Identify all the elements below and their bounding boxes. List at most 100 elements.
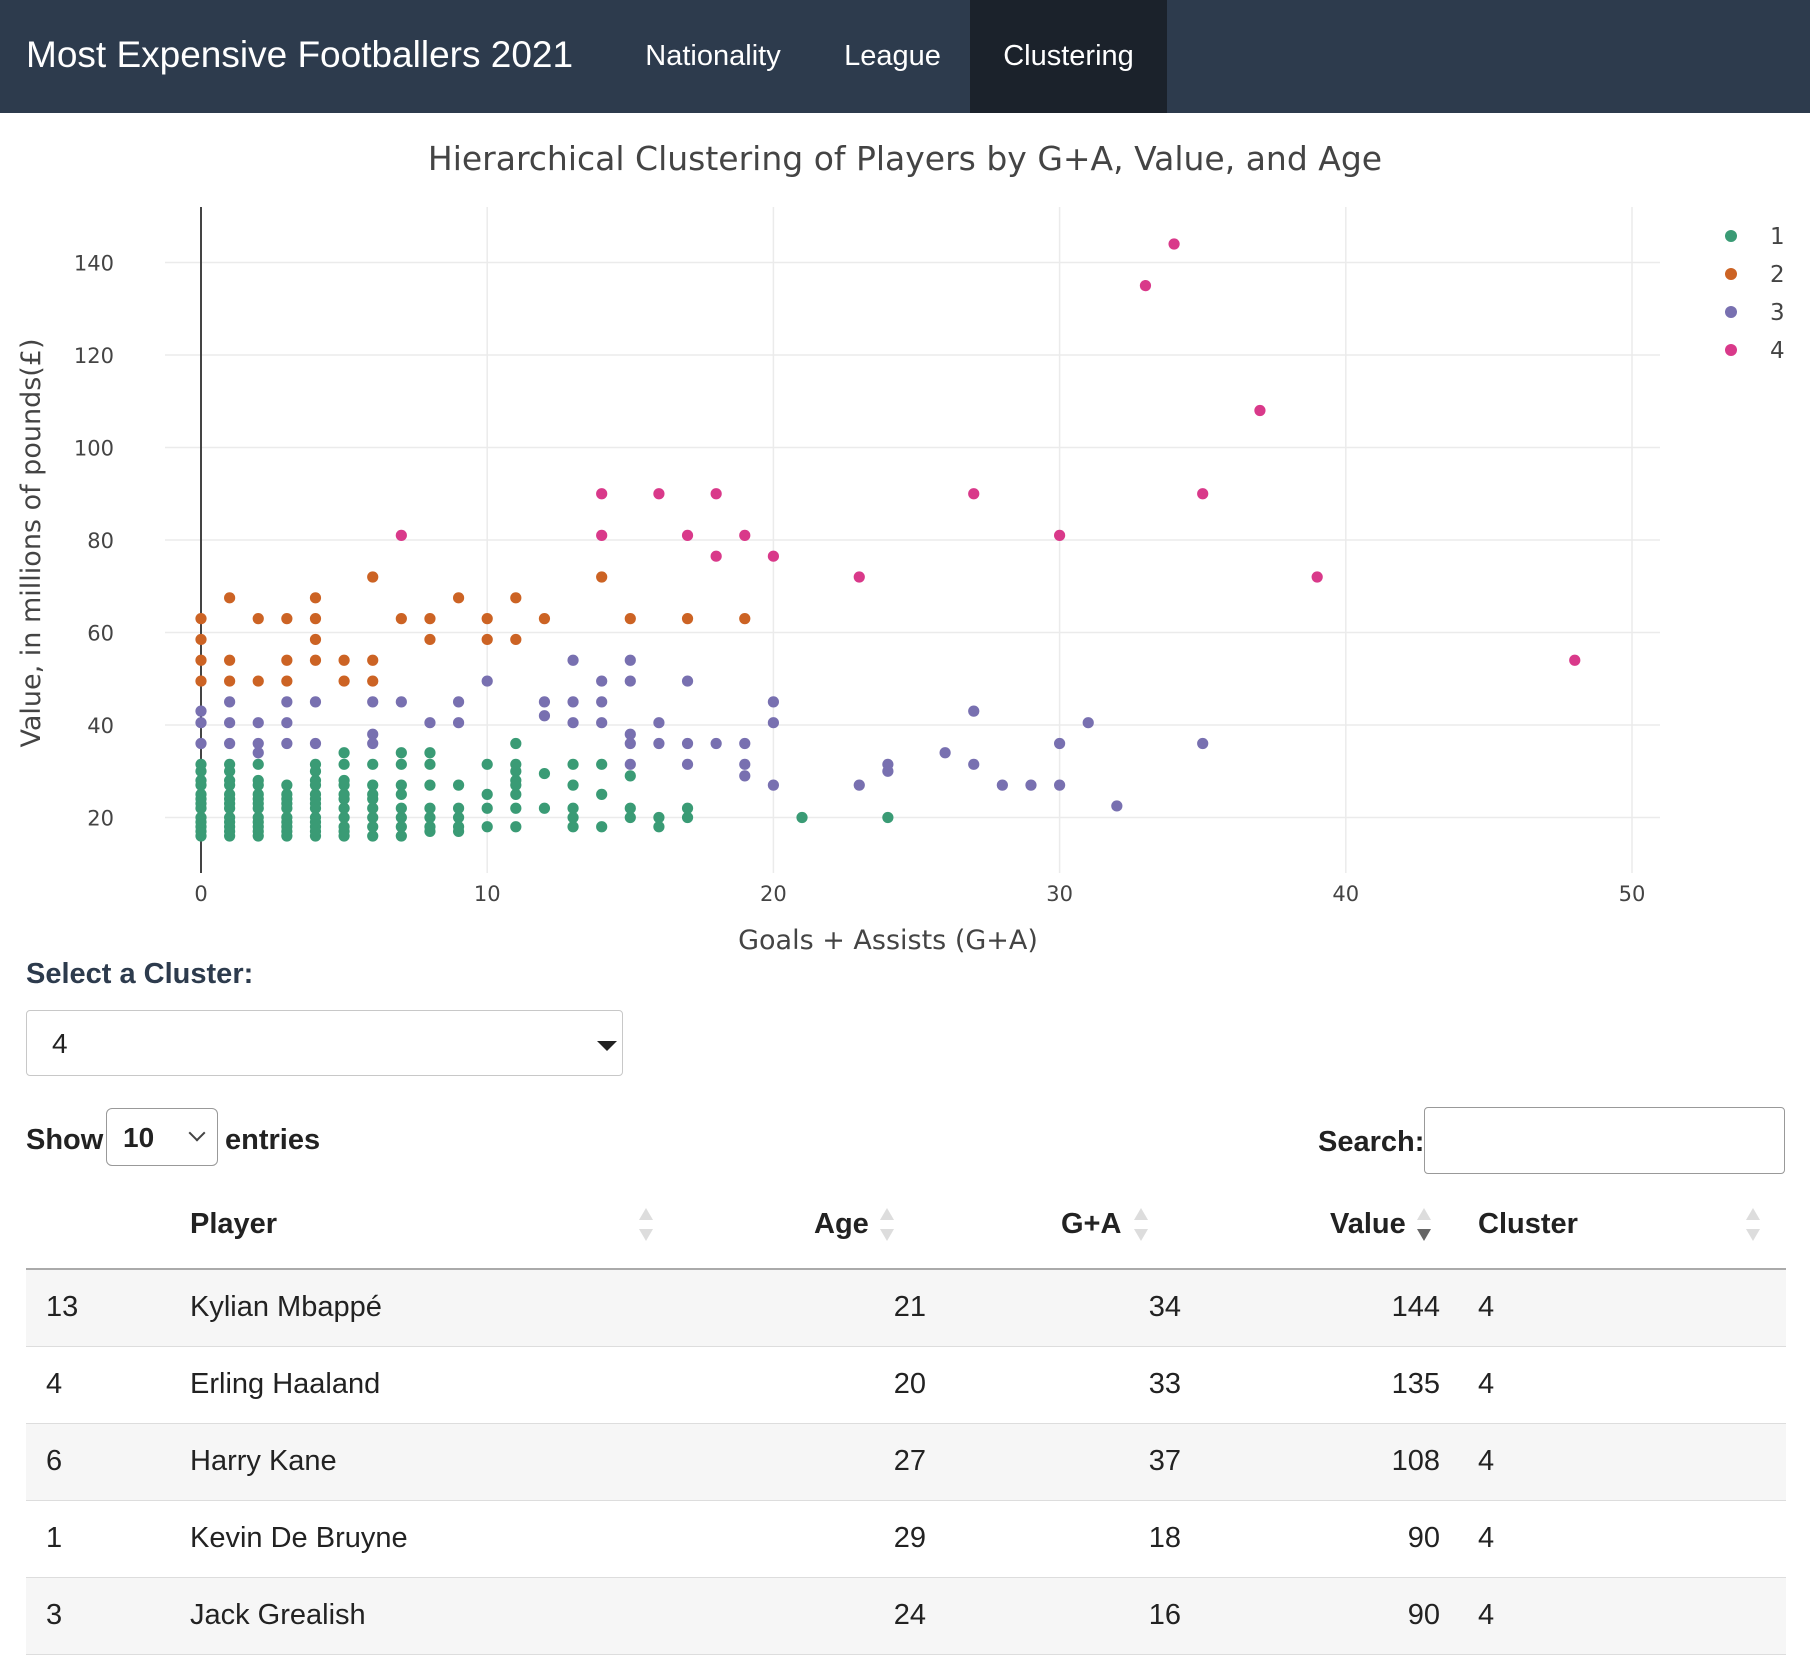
scatter-point-cluster-1[interactable]	[624, 770, 636, 782]
scatter-point-cluster-4[interactable]	[1168, 238, 1180, 250]
scatter-point-cluster-3[interactable]	[367, 696, 379, 708]
sort-icon[interactable]	[1746, 1208, 1760, 1244]
scatter-point-cluster-4[interactable]	[596, 529, 608, 541]
scatter-point-cluster-3[interactable]	[596, 717, 608, 729]
scatter-point-cluster-1[interactable]	[596, 821, 608, 833]
legend-marker[interactable]	[1725, 344, 1737, 356]
legend-marker[interactable]	[1725, 306, 1737, 318]
scatter-point-cluster-2[interactable]	[367, 654, 379, 666]
scatter-point-cluster-1[interactable]	[224, 758, 236, 770]
scatter-point-cluster-1[interactable]	[424, 802, 436, 814]
legend-label[interactable]: 2	[1770, 262, 1785, 288]
scatter-point-cluster-1[interactable]	[538, 802, 551, 814]
scatter-point-cluster-2[interactable]	[224, 592, 236, 604]
scatter-point-cluster-2[interactable]	[281, 675, 293, 687]
scatter-point-cluster-1[interactable]	[510, 802, 522, 814]
scatter-point-cluster-4[interactable]	[681, 529, 694, 541]
cluster-select[interactable]: 4	[26, 1010, 623, 1076]
scatter-point-cluster-3[interactable]	[1054, 737, 1066, 750]
scatter-point-cluster-3[interactable]	[195, 717, 207, 729]
scatter-point-cluster-2[interactable]	[481, 633, 493, 646]
scatter-point-cluster-3[interactable]	[968, 705, 980, 717]
scatter-point-cluster-1[interactable]	[367, 758, 379, 770]
scatter-point-cluster-3[interactable]	[681, 758, 694, 770]
scatter-point-cluster-3[interactable]	[195, 737, 207, 750]
sort-icon[interactable]	[1134, 1208, 1148, 1244]
scatter-point-cluster-2[interactable]	[510, 633, 522, 646]
scatter-point-cluster-2[interactable]	[367, 675, 379, 687]
sort-icon[interactable]	[639, 1208, 653, 1244]
scatter-point-cluster-3[interactable]	[596, 675, 608, 687]
scatter-point-cluster-3[interactable]	[624, 675, 636, 687]
column-header-cluster[interactable]: Cluster	[1478, 1208, 1578, 1241]
scatter-point-cluster-1[interactable]	[338, 747, 350, 759]
scatter-point-cluster-3[interactable]	[624, 728, 636, 740]
scatter-point-cluster-3[interactable]	[1054, 779, 1066, 791]
scatter-point-cluster-3[interactable]	[710, 737, 722, 750]
legend-label[interactable]: 1	[1770, 224, 1785, 250]
scatter-point-cluster-3[interactable]	[681, 737, 694, 750]
scatter-point-cluster-3[interactable]	[996, 779, 1008, 791]
scatter-point-cluster-2[interactable]	[424, 633, 436, 646]
scatter-point-cluster-3[interactable]	[281, 717, 293, 729]
column-header-player[interactable]: Player	[190, 1208, 277, 1241]
scatter-point-cluster-1[interactable]	[452, 802, 465, 814]
scatter-point-cluster-3[interactable]	[1111, 800, 1123, 812]
scatter-point-cluster-2[interactable]	[481, 613, 493, 625]
scatter-point-cluster-1[interactable]	[195, 758, 207, 770]
scatter-point-cluster-1[interactable]	[567, 802, 579, 814]
scatter-point-cluster-3[interactable]	[681, 675, 694, 687]
scatter-point-cluster-3[interactable]	[538, 696, 551, 708]
scatter-point-cluster-3[interactable]	[538, 710, 551, 722]
scatter-point-cluster-4[interactable]	[968, 488, 980, 500]
scatter-point-cluster-3[interactable]	[195, 705, 207, 717]
scatter-point-cluster-4[interactable]	[1054, 529, 1066, 541]
search-input[interactable]	[1424, 1107, 1785, 1174]
scatter-point-cluster-2[interactable]	[309, 654, 322, 666]
entries-length-select[interactable]: 10	[106, 1108, 218, 1166]
scatter-point-cluster-1[interactable]	[309, 758, 322, 770]
scatter-point-cluster-3[interactable]	[309, 696, 322, 708]
scatter-point-cluster-3[interactable]	[281, 737, 293, 750]
scatter-point-cluster-4[interactable]	[710, 488, 722, 500]
table-row[interactable]: 13 Kylian Mbappé 21 34 144 4	[26, 1270, 1786, 1347]
scatter-point-cluster-4[interactable]	[1311, 571, 1323, 583]
scatter-point-cluster-1[interactable]	[424, 747, 436, 759]
column-header-age[interactable]: Age	[814, 1208, 869, 1241]
scatter-point-cluster-1[interactable]	[567, 779, 579, 791]
scatter-point-cluster-1[interactable]	[624, 802, 636, 814]
scatter-point-cluster-1[interactable]	[596, 758, 608, 770]
scatter-point-cluster-2[interactable]	[452, 592, 465, 604]
scatter-point-cluster-1[interactable]	[596, 788, 608, 800]
scatter-point-cluster-1[interactable]	[252, 774, 264, 787]
scatter-point-cluster-2[interactable]	[195, 654, 207, 666]
scatter-point-cluster-1[interactable]	[481, 802, 493, 814]
table-row[interactable]: 1 Kevin De Bruyne 29 18 90 4	[26, 1501, 1786, 1578]
scatter-point-cluster-1[interactable]	[882, 811, 894, 824]
scatter-point-cluster-3[interactable]	[309, 737, 322, 750]
scatter-point-cluster-3[interactable]	[452, 717, 465, 729]
scatter-point-cluster-4[interactable]	[710, 550, 722, 562]
scatter-point-cluster-3[interactable]	[567, 696, 579, 708]
scatter-point-cluster-1[interactable]	[481, 758, 493, 770]
scatter-point-cluster-3[interactable]	[395, 696, 407, 708]
scatter-point-cluster-2[interactable]	[424, 613, 436, 625]
scatter-point-cluster-1[interactable]	[338, 758, 350, 770]
legend-marker[interactable]	[1725, 230, 1737, 242]
scatter-point-cluster-3[interactable]	[481, 675, 493, 687]
scatter-point-cluster-3[interactable]	[624, 654, 636, 666]
scatter-point-cluster-3[interactable]	[367, 728, 379, 740]
scatter-point-cluster-1[interactable]	[395, 779, 407, 791]
scatter-point-cluster-1[interactable]	[510, 737, 522, 750]
scatter-point-cluster-2[interactable]	[195, 613, 207, 625]
scatter-point-cluster-2[interactable]	[281, 613, 293, 625]
scatter-point-cluster-2[interactable]	[309, 633, 322, 646]
table-row[interactable]: 3 Jack Grealish 24 16 90 4	[26, 1578, 1786, 1655]
scatter-point-cluster-3[interactable]	[567, 717, 579, 729]
scatter-point-cluster-4[interactable]	[739, 529, 751, 541]
scatter-point-cluster-3[interactable]	[1197, 737, 1209, 750]
scatter-point-cluster-3[interactable]	[452, 696, 465, 708]
scatter-point-cluster-2[interactable]	[252, 675, 264, 687]
scatter-point-cluster-1[interactable]	[395, 758, 407, 770]
scatter-point-cluster-4[interactable]	[767, 550, 780, 562]
